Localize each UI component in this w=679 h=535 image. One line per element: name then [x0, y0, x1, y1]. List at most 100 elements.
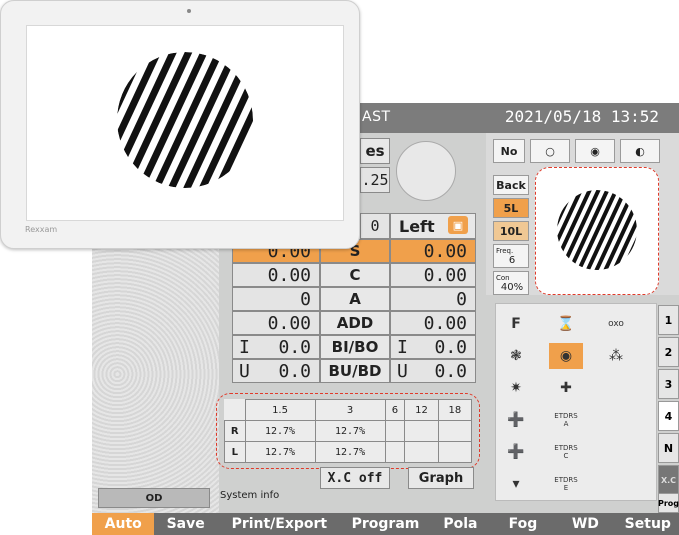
a-right-value[interactable]: 0 — [232, 287, 320, 311]
history-col: 12 — [404, 399, 439, 421]
system-info-label: System info — [220, 490, 280, 501]
partial-value: .25 — [360, 167, 390, 193]
bottom-tab-bar: Auto Save Print/Export Program Pola Fog … — [92, 513, 679, 535]
tablet-device: Rexxam — [0, 0, 360, 249]
tab-wd[interactable]: WD — [554, 513, 616, 535]
stripes-1-icon[interactable]: ○ — [530, 139, 570, 163]
side-tab-3[interactable]: 3 — [658, 369, 679, 399]
bibo-right-cell[interactable]: I 0.0 — [232, 335, 320, 359]
side-tab-4[interactable]: 4 — [658, 401, 679, 431]
con-label: Con — [496, 273, 510, 282]
history-header-row: 1.5 3 6 12 18 — [224, 399, 473, 421]
bubd-left-prefix: U — [397, 360, 408, 382]
5l-button[interactable]: 5L — [493, 198, 529, 218]
triangles-icon[interactable]: ▾ — [499, 471, 533, 497]
bubd-right-value: 0.0 — [278, 360, 311, 382]
a-label[interactable]: A — [320, 287, 390, 311]
history-cell — [437, 441, 473, 463]
status-circle — [396, 141, 456, 201]
stripe-target-icon — [117, 52, 253, 188]
tablet-screen — [26, 25, 344, 221]
stripes-3-icon[interactable]: ◐ — [620, 139, 660, 163]
radial-fan-icon[interactable]: ❃ — [499, 343, 533, 369]
add-label[interactable]: ADD — [320, 311, 390, 335]
history-col: 18 — [437, 399, 473, 421]
s-left-value[interactable]: 0.00 — [390, 239, 476, 263]
contrast-control[interactable]: Con 40% — [493, 271, 529, 295]
history-cell — [384, 441, 406, 463]
oxo-icon[interactable]: oxo — [599, 311, 633, 337]
bubd-right-prefix: U — [239, 360, 250, 382]
etdrs-e-icon[interactable]: ETDRS E — [549, 471, 583, 497]
history-table: 1.5 3 6 12 18 R 12.7% 12.7% L 12.7% 12.7… — [224, 399, 473, 463]
red-green-icon[interactable]: ✚ — [549, 375, 583, 401]
tab-program[interactable]: Program — [342, 513, 429, 535]
10l-button[interactable]: 10L — [493, 221, 529, 241]
bubd-label[interactable]: BU/BD — [320, 359, 390, 383]
back-button[interactable]: Back — [493, 175, 529, 195]
bibo-label[interactable]: BI/BO — [320, 335, 390, 359]
history-cell: 12.7% — [314, 420, 386, 442]
bubd-left-cell[interactable]: U 0.0 — [390, 359, 476, 383]
bibo-right-value: 0.0 — [278, 336, 311, 358]
bracket-cross-icon[interactable]: ➕ — [499, 439, 533, 465]
datetime-display: 2021/05/18 13:52 — [504, 107, 659, 126]
tab-pola[interactable]: Pola — [429, 513, 491, 535]
history-cell: 12.7% — [244, 441, 316, 463]
tab-setup[interactable]: Setup — [617, 513, 679, 535]
history-cell: 12.7% — [244, 420, 316, 442]
tab-save[interactable]: Save — [154, 513, 216, 535]
history-col: 6 — [384, 399, 406, 421]
stripes-2-icon[interactable]: ◉ — [575, 139, 615, 163]
side-tab-prog[interactable]: Prog — [658, 493, 679, 513]
bibo-left-prefix: I — [397, 336, 408, 358]
history-col: 3 — [314, 399, 386, 421]
tab-fog[interactable]: Fog — [492, 513, 554, 535]
partial-zero: 0 — [360, 213, 390, 239]
stripes-selected-icon[interactable]: ◉ — [549, 343, 583, 369]
add-right-value[interactable]: 0.00 — [232, 311, 320, 335]
history-cell — [384, 420, 406, 442]
sunburst-icon[interactable]: ✷ — [499, 375, 533, 401]
graph-button[interactable]: Graph — [408, 467, 474, 489]
bibo-left-value: 0.0 — [434, 336, 467, 358]
add-left-value[interactable]: 0.00 — [390, 311, 476, 335]
bubd-right-cell[interactable]: U 0.0 — [232, 359, 320, 383]
side-tab-xc[interactable]: X.C — [658, 465, 679, 495]
side-tab-n[interactable]: N — [658, 433, 679, 463]
c-left-value[interactable]: 0.00 — [390, 263, 476, 287]
c-right-value[interactable]: 0.00 — [232, 263, 320, 287]
cross-line-icon[interactable]: ➕ — [499, 407, 533, 433]
hourglass-icon[interactable]: ⌛ — [549, 311, 583, 337]
camera-dot — [187, 9, 191, 13]
etdrs-a-icon[interactable]: ETDRS A — [549, 407, 583, 433]
tab-auto[interactable]: Auto — [92, 513, 155, 535]
f-label: F — [511, 316, 521, 332]
chart-preview — [535, 167, 659, 295]
history-cell — [437, 420, 473, 442]
con-value: 40% — [500, 281, 524, 293]
side-tab-1[interactable]: 1 — [658, 305, 679, 335]
history-row-l: L 12.7% 12.7% — [224, 441, 473, 463]
history-cell: 12.7% — [314, 441, 386, 463]
a-left-value[interactable]: 0 — [390, 287, 476, 311]
lock-icon[interactable]: ▣ — [448, 216, 468, 234]
xc-off-button[interactable]: X.C off — [320, 467, 390, 489]
cross-dots-icon[interactable]: ⁂ — [599, 343, 633, 369]
bubd-left-value: 0.0 — [434, 360, 467, 382]
chart-no-button[interactable]: No — [493, 139, 525, 163]
screen-title: AST — [362, 109, 391, 125]
history-eye-label: L — [224, 441, 246, 463]
brand-logo: Rexxam — [25, 225, 58, 234]
history-cell — [404, 441, 439, 463]
etdrs-c-icon[interactable]: ETDRS C — [549, 439, 583, 465]
history-row-r: R 12.7% 12.7% — [224, 420, 473, 442]
side-tab-2[interactable]: 2 — [658, 337, 679, 367]
history-cell — [404, 420, 439, 442]
tab-print-export[interactable]: Print/Export — [217, 513, 342, 535]
freq-control[interactable]: Freq. 6 — [493, 244, 529, 268]
c-label[interactable]: C — [320, 263, 390, 287]
history-col: 1.5 — [244, 399, 316, 421]
bibo-left-cell[interactable]: I 0.0 — [390, 335, 476, 359]
f-chart-icon[interactable]: F — [499, 311, 533, 337]
